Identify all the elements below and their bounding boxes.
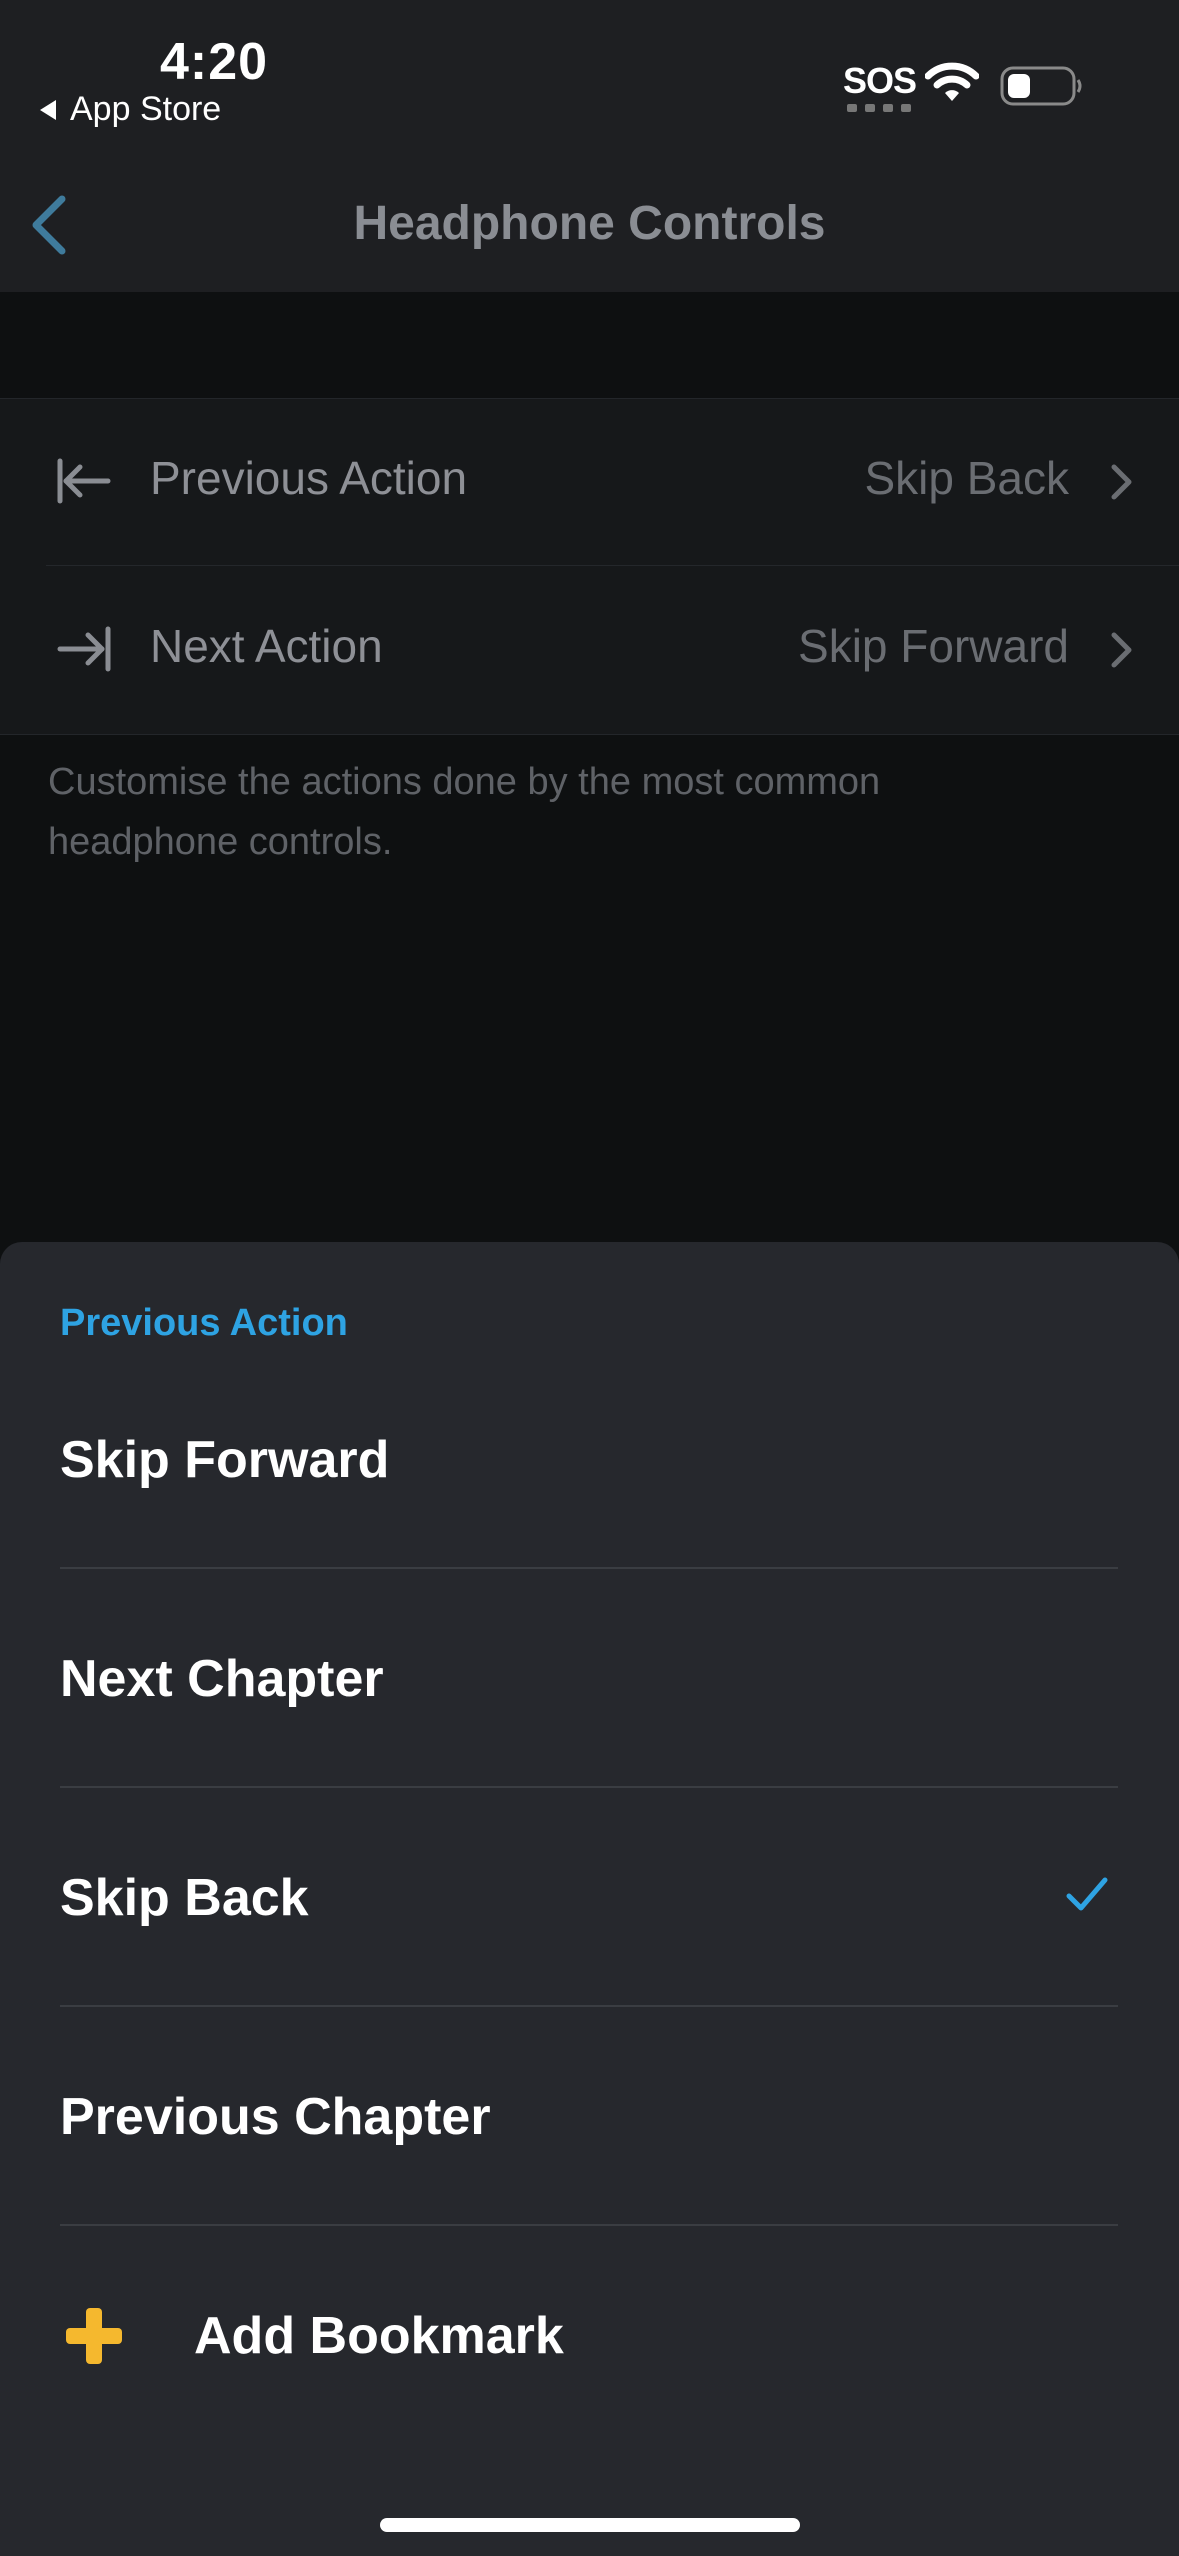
next-action-row[interactable]: Next Action Skip Forward [0, 567, 1179, 734]
previous-action-row[interactable]: Previous Action Skip Back [0, 399, 1179, 566]
action-picker-sheet: Previous Action Skip Forward Next Chapte… [0, 1242, 1179, 2556]
option-skip-back[interactable]: Skip Back [0, 1788, 1179, 2007]
previous-action-label: Previous Action [150, 452, 468, 504]
option-next-chapter[interactable]: Next Chapter [0, 1569, 1179, 1788]
back-triangle-icon [40, 99, 56, 120]
option-label: Add Bookmark [194, 2307, 564, 2365]
signal-dots [847, 104, 911, 112]
option-add-bookmark[interactable]: Add Bookmark [0, 2226, 1179, 2445]
next-action-label: Next Action [150, 620, 383, 672]
option-label: Next Chapter [60, 1650, 384, 1708]
page-title: Headphone Controls [353, 197, 826, 250]
plus-icon [66, 2308, 122, 2364]
settings-footer-note: Customise the actions done by the most c… [48, 761, 881, 863]
checkmark-icon [1066, 1877, 1108, 1911]
option-label: Previous Chapter [60, 2088, 491, 2146]
settings-list: Previous Action Skip Back Next Action Sk… [0, 398, 1179, 735]
chevron-right-icon [1111, 464, 1132, 500]
row-divider [46, 565, 1179, 566]
back-to-app-link[interactable]: App Store [38, 90, 221, 129]
arrow-left-to-bar-icon [57, 458, 111, 504]
next-action-value: Skip Forward [798, 620, 1069, 672]
option-previous-chapter[interactable]: Previous Chapter [0, 2007, 1179, 2226]
chevron-right-icon [1111, 632, 1132, 668]
battery-icon [1000, 66, 1082, 106]
clock: 4:20 [160, 33, 269, 91]
option-label: Skip Back [60, 1869, 309, 1927]
wifi-icon [925, 62, 979, 101]
home-indicator[interactable] [380, 2518, 800, 2532]
previous-action-value: Skip Back [864, 452, 1069, 504]
arrow-right-to-bar-icon [57, 626, 111, 672]
back-app-label: App Store [70, 90, 222, 128]
sos-indicator: SOS [843, 60, 917, 101]
option-label: Skip Forward [60, 1431, 390, 1489]
sheet-title: Previous Action [60, 1302, 348, 1344]
option-skip-forward[interactable]: Skip Forward [0, 1350, 1179, 1569]
